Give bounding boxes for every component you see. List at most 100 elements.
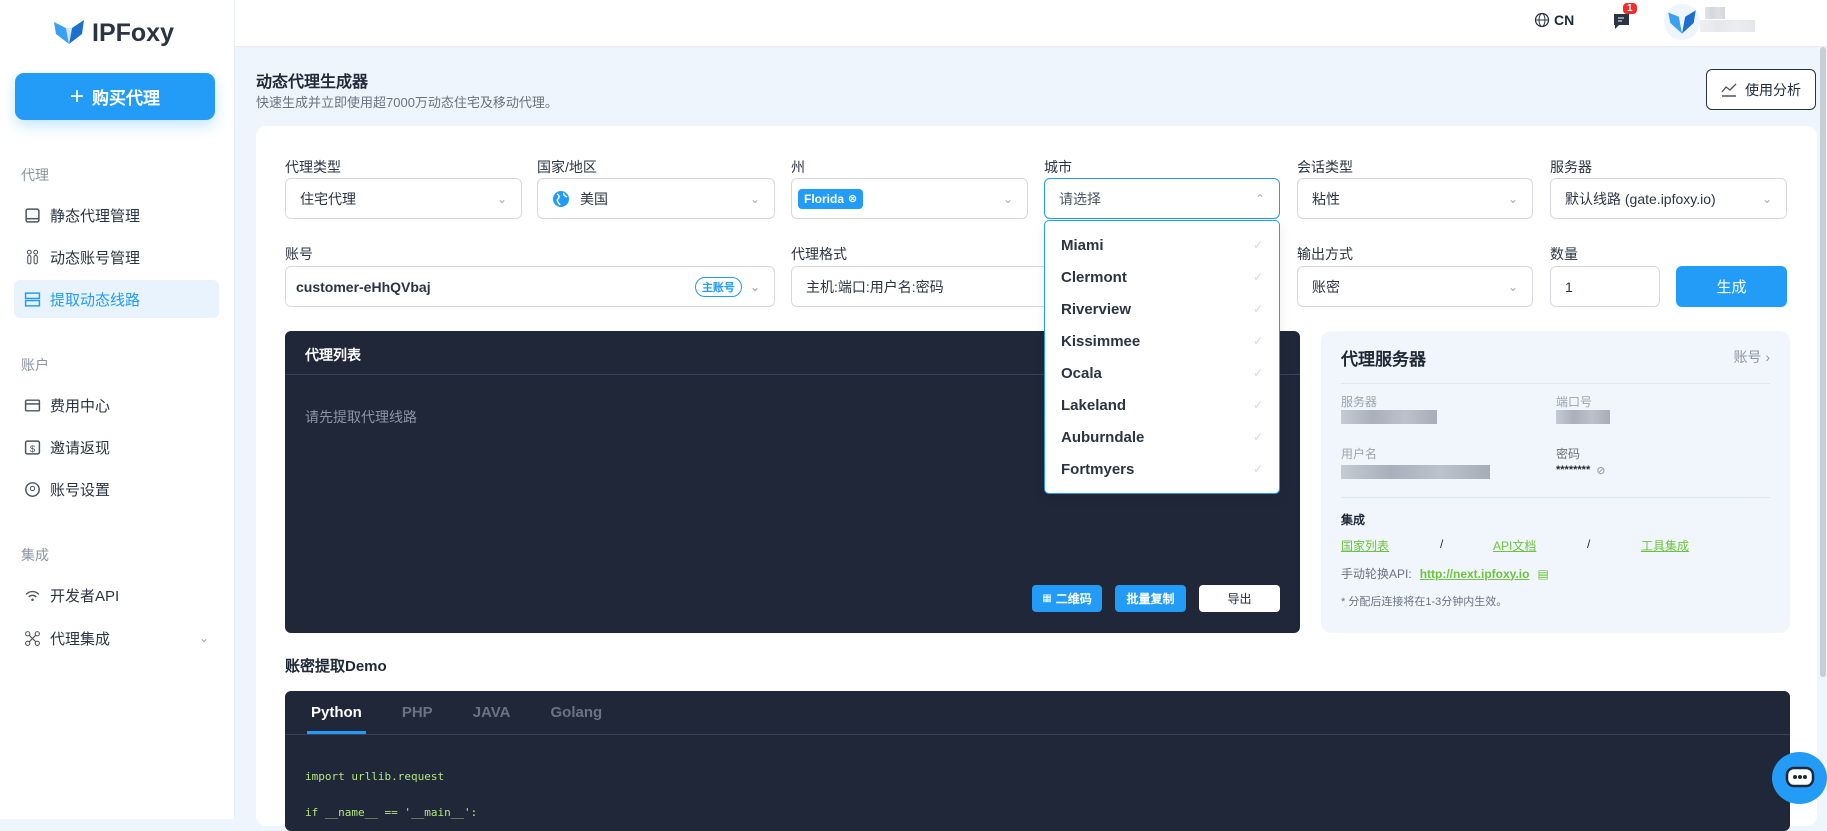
language-switch[interactable]: CN — [1534, 12, 1574, 28]
tab-php[interactable]: PHP — [402, 704, 433, 721]
eye-off-icon[interactable]: ⊘ — [1596, 464, 1605, 477]
chevron-down-icon: ⌄ — [749, 279, 760, 294]
qr-code-button[interactable]: ▦ 二维码 — [1032, 585, 1102, 612]
sidebar-item-static-proxy[interactable]: 静态代理管理 — [14, 196, 219, 234]
city-option-label: Miami — [1061, 236, 1104, 254]
sidebar-item-label: 静态代理管理 — [50, 207, 141, 225]
support-chat-button[interactable] — [1772, 752, 1827, 804]
username-field-label: 用户名 — [1341, 447, 1378, 461]
server-value-blurred — [1341, 410, 1437, 424]
wifi-icon — [25, 590, 40, 601]
password-mask: ******** — [1556, 464, 1591, 476]
tab-python[interactable]: Python — [307, 704, 366, 734]
username-value-blurred — [1341, 465, 1490, 479]
section-proxy: 代理 — [21, 167, 49, 183]
messages-button[interactable]: 1 — [1613, 3, 1637, 34]
globe-flag-icon — [553, 190, 569, 207]
rotate-api-label: 手动轮换API: — [1341, 567, 1412, 581]
copy-icon[interactable]: ▤ — [1537, 567, 1548, 581]
api-docs-link[interactable]: API文档 — [1493, 537, 1536, 554]
sidebar-item-label: 代理集成 — [50, 630, 111, 648]
batch-copy-button[interactable]: 批量复制 — [1115, 585, 1186, 612]
city-option[interactable]: Auburndale ✓ — [1045, 421, 1279, 453]
logo[interactable]: IPFoxy — [52, 18, 174, 48]
format-value: 主机:端口:用户名:密码 — [806, 278, 944, 295]
account-select[interactable]: customer-eHhQVbaj 主账号 ⌄ — [285, 266, 775, 307]
close-circle-icon[interactable]: ⊗ — [848, 192, 857, 205]
chevron-down-icon: ⌄ — [198, 631, 209, 645]
check-icon: ✓ — [1252, 366, 1263, 380]
buy-proxy-button[interactable]: + 购买代理 — [15, 73, 215, 120]
account-value: customer-eHhQVbaj — [296, 278, 431, 295]
check-icon: ✓ — [1252, 334, 1263, 348]
proxy-type-value: 住宅代理 — [300, 190, 356, 207]
city-option[interactable]: Miami ✓ — [1045, 229, 1279, 261]
quantity-input[interactable]: 1 — [1550, 266, 1660, 307]
city-option[interactable]: Lakeland ✓ — [1045, 389, 1279, 421]
sidebar-item-settings[interactable]: 账号设置 — [14, 470, 219, 508]
sidebar-item-billing[interactable]: 费用中心 — [14, 386, 219, 424]
language-tabs: Python PHP JAVA Golang — [285, 691, 1790, 735]
tool-integration-link[interactable]: 工具集成 — [1641, 537, 1689, 554]
password-field-label: 密码 — [1556, 447, 1581, 461]
generate-button[interactable]: 生成 — [1676, 266, 1787, 307]
city-option[interactable]: Clermont ✓ — [1045, 261, 1279, 293]
chat-bot-icon — [1785, 766, 1814, 788]
server-select[interactable]: 默认线路 (gate.ipfoxy.io) ⌄ — [1550, 178, 1787, 219]
city-option[interactable]: Riverview ✓ — [1045, 293, 1279, 325]
proxy-server-panel: 代理服务器 账号 › 服务器 端口号 用户名 密码 ******** ⊘ 集成 国… — [1321, 331, 1790, 633]
state-select[interactable]: Florida ⊗ ⌄ — [791, 178, 1028, 219]
sidebar-item-label: 开发者API — [50, 587, 120, 605]
rotate-api-link[interactable]: http://next.ipfoxy.io — [1420, 567, 1530, 581]
sidebar-item-dynamic-accounts[interactable]: 动态账号管理 — [14, 238, 219, 276]
sidebar-item-extract-lines[interactable]: 提取动态线路 — [14, 280, 219, 318]
city-option[interactable]: Kissimmee ✓ — [1045, 325, 1279, 357]
city-option-label: Riverview — [1061, 300, 1132, 318]
qr-code-label: 二维码 — [1055, 592, 1092, 606]
country-list-link[interactable]: 国家列表 — [1341, 537, 1389, 554]
session-value: 粘性 — [1312, 190, 1340, 207]
sidebar-item-developer-api[interactable]: 开发者API — [14, 576, 219, 614]
sidebar-item-referral[interactable]: $ 邀请返现 — [14, 428, 219, 466]
export-button[interactable]: 导出 — [1199, 585, 1280, 612]
tab-golang[interactable]: Golang — [550, 704, 602, 721]
check-icon: ✓ — [1252, 430, 1263, 444]
tab-java[interactable]: JAVA — [473, 704, 511, 721]
fox-logo-icon — [54, 20, 84, 44]
server-icon — [24, 291, 41, 307]
scrollbar[interactable] — [1820, 47, 1826, 677]
users-icon — [26, 249, 39, 264]
session-select[interactable]: 粘性 ⌄ — [1297, 178, 1533, 219]
city-option[interactable]: Fortmyers ✓ — [1045, 453, 1279, 485]
chevron-down-icon: ⌄ — [1507, 191, 1518, 206]
format-label: 代理格式 — [791, 246, 847, 262]
check-icon: ✓ — [1252, 270, 1263, 284]
country-label: 国家/地区 — [537, 159, 597, 175]
globe-icon — [1534, 12, 1550, 28]
notification-badge: 1 — [1623, 3, 1637, 14]
account-link[interactable]: 账号 › — [1733, 347, 1770, 367]
check-icon: ✓ — [1252, 302, 1263, 316]
country-select[interactable]: 美国 ⌄ — [537, 178, 775, 219]
check-icon: ✓ — [1252, 462, 1263, 476]
city-option-label: Kissimmee — [1061, 332, 1141, 350]
sidebar-item-label: 提取动态线路 — [50, 291, 141, 309]
state-tag-label: Florida — [804, 191, 845, 206]
sidebar-item-label: 邀请返现 — [50, 439, 111, 457]
sidebar-item-proxy-integration[interactable]: 代理集成 ⌄ — [14, 619, 219, 657]
avatar[interactable] — [1664, 4, 1700, 40]
sidebar-item-label: 费用中心 — [50, 397, 111, 415]
proxy-type-select[interactable]: 住宅代理 ⌄ — [285, 178, 522, 219]
username-blurred — [1700, 20, 1755, 32]
usage-analysis-label: 使用分析 — [1745, 81, 1801, 98]
city-option[interactable]: Ocala ✓ — [1045, 357, 1279, 389]
usage-analysis-button[interactable]: 使用分析 — [1706, 69, 1816, 110]
separator: / — [1587, 537, 1591, 551]
state-tag[interactable]: Florida ⊗ — [798, 188, 864, 209]
chevron-down-icon: ⌄ — [1761, 191, 1772, 206]
output-select[interactable]: 账密 ⌄ — [1297, 266, 1533, 307]
state-label: 州 — [791, 159, 805, 175]
chat-icon — [1614, 14, 1629, 29]
city-select[interactable]: 请选择 ⌃ — [1044, 178, 1280, 219]
proxy-type-label: 代理类型 — [285, 159, 341, 175]
